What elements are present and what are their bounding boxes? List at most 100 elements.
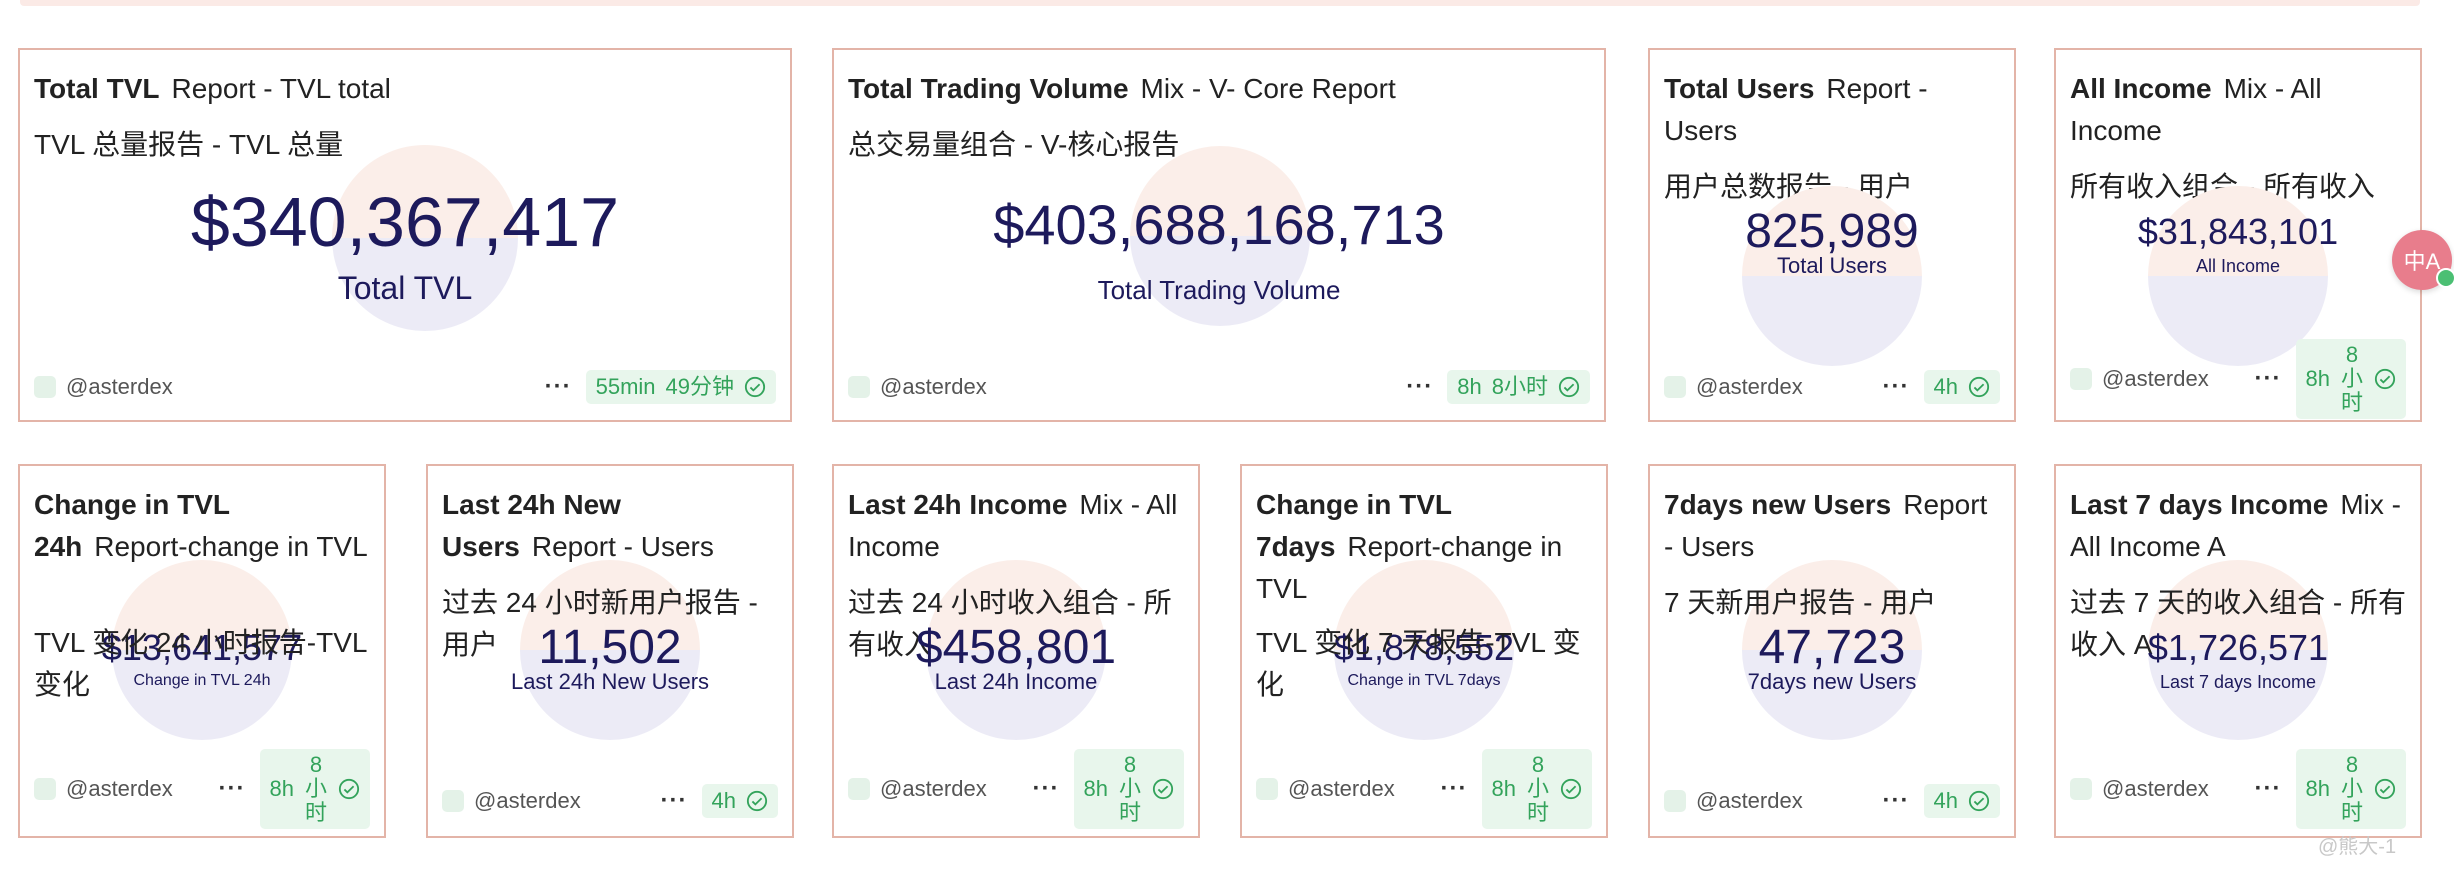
badge-time: 4h <box>1933 788 1958 813</box>
card-description: TVL 变化 7 天报告-TVL 变化 <box>1256 627 1581 700</box>
card-title-main: Total Trading Volume <box>848 73 1129 104</box>
metric-value: $1,726,571 <box>2147 627 2329 668</box>
translate-glyph: 中A <box>2403 249 2441 274</box>
avatar-icon <box>848 778 870 800</box>
card-last-24h-new-users[interactable]: Last 24h New Users Report - Users 过去 24 小… <box>426 464 794 838</box>
metric-value: $340,367,417 <box>190 183 620 261</box>
card-footer: @asterdex ··· 8h 8小时 <box>2070 339 2406 419</box>
refresh-badge[interactable]: 8h 8小时 <box>259 749 370 829</box>
author[interactable]: @asterdex <box>848 776 987 802</box>
more-dots-icon[interactable]: ··· <box>1033 775 1060 803</box>
card-change-tvl-24h[interactable]: Change in TVL 24h Report-change in TVL $1… <box>18 464 386 838</box>
card-title-main: Total Users <box>1664 73 1815 104</box>
author[interactable]: @asterdex <box>34 776 173 802</box>
refresh-badge[interactable]: 4h <box>1923 370 2000 404</box>
author[interactable]: @asterdex <box>2070 366 2209 392</box>
card-title-main: Last 24h Income <box>848 489 1068 520</box>
author[interactable]: @asterdex <box>848 374 987 400</box>
card-last-7days-income[interactable]: Last 7 days Income Mix - All Income A 过去 … <box>2054 464 2422 838</box>
refresh-badge[interactable]: 8h 8小时 <box>1447 370 1590 404</box>
check-circle-icon <box>1152 778 1174 800</box>
translate-icon[interactable]: 中A <box>2392 230 2454 290</box>
card-footer: @asterdex ··· 8h 8小时 <box>848 362 1590 412</box>
more-dots-icon[interactable]: ··· <box>2255 775 2282 803</box>
badge-time-cn: 8小时 <box>1118 752 1141 825</box>
avatar-icon <box>442 790 464 812</box>
more-dots-icon[interactable]: ··· <box>1406 373 1433 401</box>
more-dots-icon[interactable]: ··· <box>219 775 246 803</box>
more-dots-icon[interactable]: ··· <box>1441 775 1468 803</box>
card-title-sub: Report - TVL total <box>171 73 391 104</box>
card-7days-new-users[interactable]: 7days new Users Report - Users 7 天新用户报告 -… <box>1648 464 2016 838</box>
check-circle-icon <box>746 790 768 812</box>
badge-time: 8h <box>1457 374 1482 399</box>
avatar-icon <box>848 376 870 398</box>
author[interactable]: @asterdex <box>1664 788 1803 814</box>
author[interactable]: @asterdex <box>2070 776 2209 802</box>
refresh-badge[interactable]: 8h 8小时 <box>2295 749 2406 829</box>
card-total-tvl[interactable]: Total TVL Report - TVL total TVL 总量报告 - T… <box>18 48 792 422</box>
badge-time: 8h <box>2305 366 2330 391</box>
author-name: @asterdex <box>2102 776 2209 801</box>
check-circle-icon <box>1558 376 1580 398</box>
refresh-badge[interactable]: 4h <box>701 784 778 818</box>
more-dots-icon[interactable]: ··· <box>545 373 572 401</box>
metric-label: 7days new Users <box>1747 669 1917 694</box>
card-last-24h-income[interactable]: Last 24h Income Mix - All Income 过去 24 小时… <box>832 464 1200 838</box>
avatar-icon <box>34 778 56 800</box>
check-circle-icon <box>2374 778 2396 800</box>
card-title: Change in TVL 24h Report-change in TVL <box>34 484 370 568</box>
card-title-sub: Report-change in TVL <box>94 531 368 562</box>
card-total-users[interactable]: Total Users Report - Users 用户总数报告 - 用户 82… <box>1648 48 2016 422</box>
author[interactable]: @asterdex <box>34 374 173 400</box>
author-name: @asterdex <box>880 374 987 399</box>
card-title-main: Last 7 days Income <box>2070 489 2329 520</box>
author-name: @asterdex <box>1288 776 1395 801</box>
author-name: @asterdex <box>66 776 173 801</box>
avatar-icon <box>2070 368 2092 390</box>
badge-time-cn: 8小时 <box>2340 342 2363 415</box>
badge-time-cn: 8小时 <box>2340 752 2363 825</box>
metric-label: Total Trading Volume <box>1097 275 1341 305</box>
metric-value: $403,688,168,713 <box>993 193 1445 256</box>
author[interactable]: @asterdex <box>1664 374 1803 400</box>
badge-time-cn: 8小时 <box>1491 374 1548 399</box>
author[interactable]: @asterdex <box>442 788 581 814</box>
card-description: 7 天新用户报告 - 用户 <box>1664 587 1937 618</box>
card-footer: @asterdex ··· 8h 8小时 <box>848 749 1184 829</box>
more-dots-icon[interactable]: ··· <box>661 787 688 815</box>
more-dots-icon[interactable]: ··· <box>1883 787 1910 815</box>
author-name: @asterdex <box>474 788 581 813</box>
metric-label: Total TVL <box>337 270 473 306</box>
avatar-icon <box>1664 376 1686 398</box>
check-circle-icon <box>1968 376 1990 398</box>
refresh-badge[interactable]: 4h <box>1923 784 2000 818</box>
check-circle-icon <box>1968 790 1990 812</box>
card-total-trading-volume[interactable]: Total Trading Volume Mix - V- Core Report… <box>832 48 1606 422</box>
card-title: Total Trading Volume Mix - V- Core Report <box>848 68 1590 110</box>
author-name: @asterdex <box>2102 366 2209 391</box>
refresh-badge[interactable]: 8h 8小时 <box>1073 749 1184 829</box>
more-dots-icon[interactable]: ··· <box>2255 365 2282 393</box>
metric-label: All Income <box>2195 256 2281 276</box>
badge-time-cn: 49分钟 <box>665 374 734 399</box>
avatar-icon <box>2070 778 2092 800</box>
card-title-sub: Report - Users <box>531 531 714 562</box>
refresh-badge[interactable]: 8h 8小时 <box>2295 339 2406 419</box>
metric-label: Last 24h New Users <box>510 669 710 694</box>
avatar-icon <box>1664 790 1686 812</box>
more-dots-icon[interactable]: ··· <box>1883 373 1910 401</box>
card-footer: @asterdex ··· 55min 49分钟 <box>34 362 776 412</box>
author[interactable]: @asterdex <box>1256 776 1395 802</box>
badge-time: 55min <box>595 374 656 399</box>
card-title: Last 7 days Income Mix - All Income A <box>2070 484 2406 568</box>
card-all-income[interactable]: All IncomeMix - All Income 所有收入组合 - 所有收入… <box>2054 48 2422 422</box>
metric-label: Last 7 days Income <box>2159 672 2317 692</box>
refresh-badge[interactable]: 55min 49分钟 <box>585 370 776 404</box>
card-title-sub: Mix - V- Core Report <box>1140 73 1396 104</box>
card-title-main: 7days new Users <box>1664 489 1892 520</box>
refresh-badge[interactable]: 8h 8小时 <box>1481 749 1592 829</box>
card-change-tvl-7days[interactable]: Change in TVL 7days Report-change in TVL … <box>1240 464 1608 838</box>
author-name: @asterdex <box>66 374 173 399</box>
check-circle-icon <box>744 376 766 398</box>
